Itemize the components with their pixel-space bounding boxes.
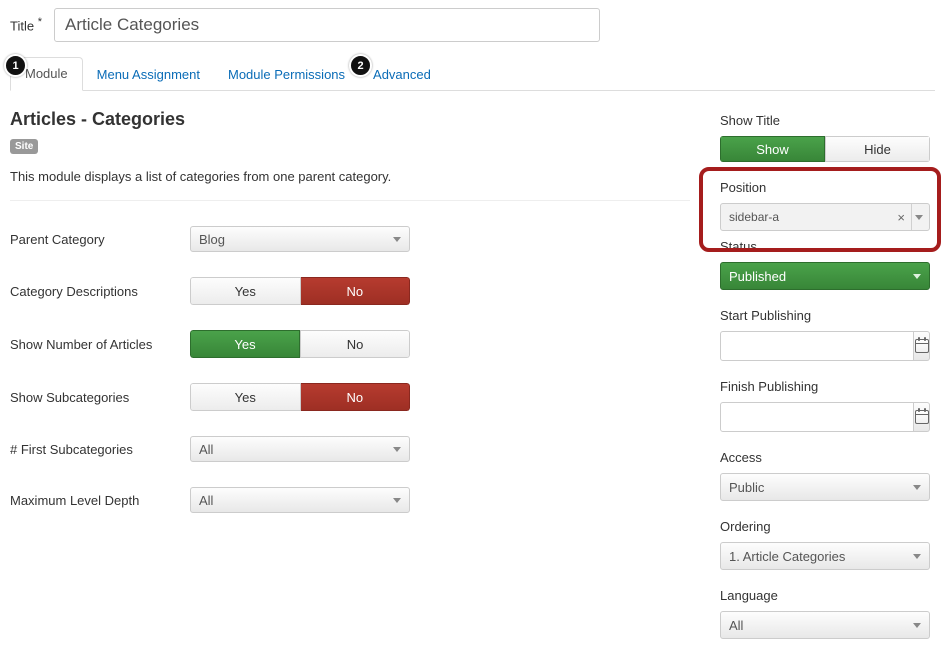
client-badge: Site: [10, 139, 38, 154]
chevron-down-icon: [911, 204, 925, 230]
title-input[interactable]: [54, 8, 600, 42]
label-position: Position: [720, 180, 944, 195]
label-finish-publishing: Finish Publishing: [720, 379, 944, 394]
module-description: This module displays a list of categorie…: [10, 169, 690, 184]
tabs: Module Menu Assignment Module Permission…: [10, 56, 935, 91]
calendar-icon: [915, 410, 929, 424]
calendar-icon: [915, 339, 929, 353]
input-finish-publishing[interactable]: [720, 402, 914, 432]
tab-module-permissions[interactable]: Module Permissions: [214, 59, 359, 91]
label-status: Status: [720, 239, 944, 254]
tab-menu-assignment[interactable]: Menu Assignment: [83, 59, 214, 91]
label-max-level: Maximum Level Depth: [10, 493, 190, 508]
calendar-button-finish[interactable]: [914, 402, 930, 432]
label-show-subcats: Show Subcategories: [10, 390, 190, 405]
module-heading: Articles - Categories: [10, 109, 690, 130]
select-max-level[interactable]: All: [190, 487, 410, 513]
toggle-yes[interactable]: Yes: [190, 383, 301, 411]
chevron-down-icon: [393, 447, 401, 452]
callout-1: 1: [4, 54, 27, 77]
toggle-show-subcats: Yes No: [190, 383, 410, 411]
clear-position-icon[interactable]: ×: [891, 210, 911, 225]
chevron-down-icon: [393, 498, 401, 503]
select-first-subcats[interactable]: All: [190, 436, 410, 462]
select-parent-category[interactable]: Blog: [190, 226, 410, 252]
label-first-subcats: # First Subcategories: [10, 442, 190, 457]
label-start-publishing: Start Publishing: [720, 308, 944, 323]
label-access: Access: [720, 450, 944, 465]
callout-2: 2: [349, 54, 372, 77]
toggle-category-descriptions: Yes No: [190, 277, 410, 305]
select-ordering[interactable]: 1. Article Categories: [720, 542, 930, 570]
label-category-descriptions: Category Descriptions: [10, 284, 190, 299]
select-status[interactable]: Published: [720, 262, 930, 290]
chevron-down-icon: [393, 237, 401, 242]
label-parent-category: Parent Category: [10, 232, 190, 247]
toggle-show[interactable]: Show: [720, 136, 825, 162]
chevron-down-icon: [913, 274, 921, 279]
toggle-no[interactable]: No: [300, 330, 410, 358]
title-label: Title *: [10, 16, 42, 33]
label-ordering: Ordering: [720, 519, 944, 534]
label-show-number: Show Number of Articles: [10, 337, 190, 352]
toggle-show-number: Yes No: [190, 330, 410, 358]
toggle-hide[interactable]: Hide: [825, 136, 930, 162]
toggle-show-title: Show Hide: [720, 136, 930, 162]
toggle-no[interactable]: No: [301, 277, 411, 305]
label-language: Language: [720, 588, 944, 603]
toggle-yes[interactable]: Yes: [190, 330, 300, 358]
divider: [10, 200, 690, 201]
toggle-yes[interactable]: Yes: [190, 277, 301, 305]
calendar-button-start[interactable]: [914, 331, 930, 361]
chevron-down-icon: [913, 554, 921, 559]
label-show-title: Show Title: [720, 113, 944, 128]
select-access[interactable]: Public: [720, 473, 930, 501]
input-start-publishing[interactable]: [720, 331, 914, 361]
select-position[interactable]: sidebar-a ×: [720, 203, 930, 231]
select-language[interactable]: All: [720, 611, 930, 639]
chevron-down-icon: [913, 623, 921, 628]
chevron-down-icon: [913, 485, 921, 490]
toggle-no[interactable]: No: [301, 383, 411, 411]
